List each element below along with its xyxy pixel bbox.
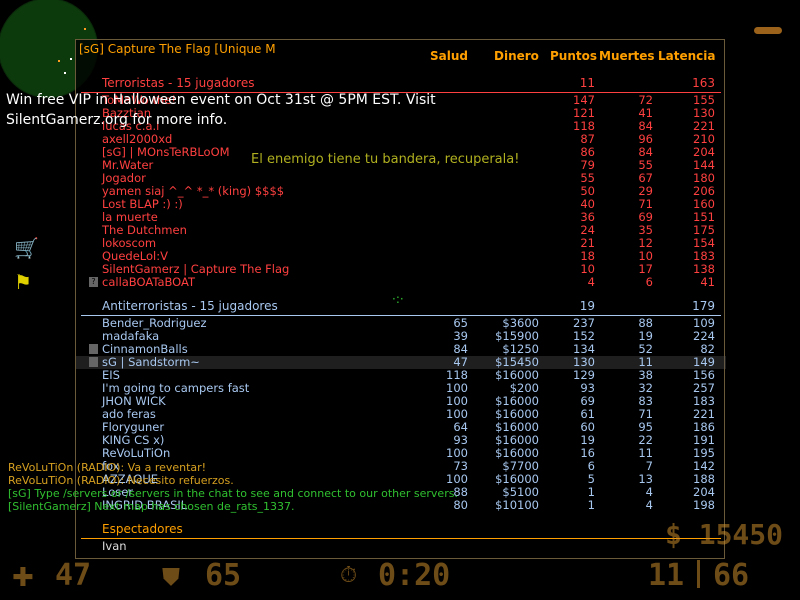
vip-icon: ? [89, 277, 98, 287]
player-deaths: 6 [645, 275, 653, 289]
crosshair: ·:· [392, 292, 404, 306]
team-latency: 179 [692, 299, 715, 313]
divider [81, 538, 721, 539]
player-row[interactable]: I'm going to campers fast 100 $200 93 32 257 [76, 382, 726, 395]
chat-line: ReVoLuTiOn (RADIO): Necesito refuerzos. [8, 474, 234, 487]
player-row[interactable]: ado feras 100 $16000 61 71 221 [76, 408, 726, 421]
player-row[interactable]: Bender_Rodriguez 65 $3600 237 88 109 [76, 317, 726, 330]
radar-blip [58, 60, 60, 62]
chat-line: ReVoLuTiOn (RADIO): Va a reventar! [8, 461, 207, 474]
hud-ammo-clip: 11 [648, 558, 685, 593]
spectator-name: Ivan [102, 539, 127, 553]
flag-status-message: El enemigo tiene tu bandera, recuperala! [251, 152, 520, 167]
player-row[interactable]: ReVoLuTiOn 100 $16000 16 11 195 [76, 447, 726, 460]
player-row[interactable]: ? callaBOATaBOAT 4 6 41 [76, 276, 726, 289]
timer-stopwatch-icon: ⏱ [340, 563, 358, 588]
buy-zone-cart-icon: 🛒 [14, 236, 39, 260]
chat-line: [sG] Type /servers or /servers in the ch… [8, 487, 458, 500]
health-cross-icon: ✚ [12, 563, 34, 593]
player-points: 1 [587, 498, 595, 512]
player-row[interactable]: The Dutchmen 24 35 175 [76, 224, 726, 237]
hud-ammo-reserve: 66 [713, 558, 750, 593]
player-row[interactable]: lokoscom 21 12 154 [76, 237, 726, 250]
server-title: [sG] Capture The Flag [Unique M [79, 42, 276, 56]
player-money: $10100 [495, 498, 539, 512]
player-name: callaBOATaBOAT [102, 275, 196, 289]
player-row[interactable]: sG | Sandstorm~ 47 $15450 130 11 149 [76, 356, 726, 369]
player-deaths: 4 [645, 498, 653, 512]
team-latency: 163 [692, 76, 715, 90]
radar-blip [70, 58, 72, 60]
player-health: 80 [453, 498, 468, 512]
player-latency: 198 [693, 498, 715, 512]
spectators-label: Espectadores [102, 522, 183, 536]
player-row[interactable]: Lost BLAP :) :) 40 71 160 [76, 198, 726, 211]
player-latency: 41 [700, 275, 715, 289]
hud-money: $ 15450 [665, 518, 784, 551]
player-row[interactable]: JHON WICK 100 $16000 69 83 183 [76, 395, 726, 408]
team-name: Antiterroristas - 15 jugadores [102, 299, 278, 313]
team-points: 11 [579, 76, 595, 90]
radar-blip [84, 28, 86, 30]
radar-blip [64, 72, 66, 74]
flag-icon: ⚑ [14, 270, 32, 294]
hud-timer: 0:20 [378, 558, 451, 593]
player-row[interactable]: Floryguner 64 $16000 60 95 186 [76, 421, 726, 434]
column-money: Dinero [494, 49, 539, 63]
column-points: Puntos [550, 49, 598, 63]
announcement-line-2: SilentGamerz.org for more info. [6, 112, 228, 128]
terrorist-team-header: Terroristas - 15 jugadores 11 163 [76, 77, 726, 90]
spectators-header: Espectadores [76, 523, 726, 536]
announcement-line-1: Win free VIP in Halloween event on Oct 3… [6, 92, 436, 108]
spectator-row: Ivan [76, 540, 726, 553]
player-status-icon [89, 344, 98, 354]
chat-line: [SilentGamerz] Next map has chosen de_ra… [8, 500, 295, 513]
player-status-icon [89, 357, 98, 367]
ammo-divider [697, 560, 700, 588]
player-points: 4 [587, 275, 595, 289]
ammo-bullet-icon [754, 27, 782, 34]
column-deaths: Muertes [599, 49, 655, 63]
team-points: 19 [579, 299, 595, 313]
player-row[interactable]: KING CS x) 93 $16000 19 22 191 [76, 434, 726, 447]
hud-health: 47 [55, 558, 92, 593]
column-health: Salud [430, 49, 468, 63]
hud-armor: 65 [205, 558, 242, 593]
column-latency: Latencia [658, 49, 716, 63]
armor-shield-icon: ⛊ [162, 563, 180, 591]
team-name: Terroristas - 15 jugadores [102, 76, 255, 90]
